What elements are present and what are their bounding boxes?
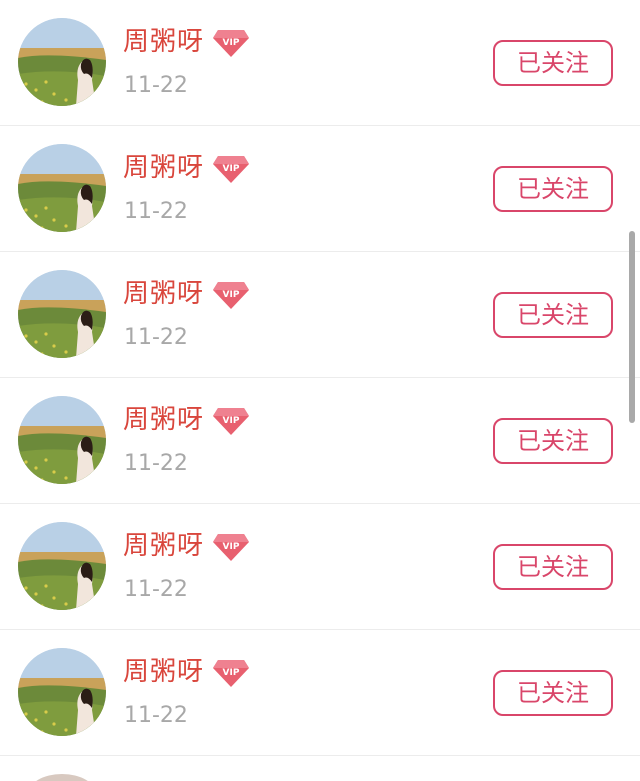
username[interactable]: 周粥呀 <box>123 152 204 184</box>
follow-date: 11-22 <box>124 199 188 224</box>
avatar[interactable] <box>18 522 106 610</box>
follow-date: 11-22 <box>124 73 188 98</box>
vip-badge-label: VIP <box>223 290 240 300</box>
vip-badge-label: VIP <box>223 416 240 426</box>
vip-badge-label: VIP <box>223 668 240 678</box>
following-button[interactable]: 已关注 <box>493 670 613 716</box>
following-button[interactable]: 已关注 <box>493 544 613 590</box>
avatar-landscape-girl-icon <box>18 648 106 736</box>
follow-date: 11-22 <box>124 325 188 350</box>
follow-list-item[interactable]: 周粥呀 VIP 11-22 已关注 <box>0 126 640 252</box>
username[interactable]: 周粥呀 <box>123 404 204 436</box>
vip-diamond-icon: VIP <box>212 532 250 562</box>
avatar[interactable] <box>18 144 106 232</box>
following-button[interactable]: 已关注 <box>493 166 613 212</box>
following-button[interactable]: 已关注 <box>493 292 613 338</box>
username[interactable]: 周粥呀 <box>123 278 204 310</box>
avatar-landscape-girl-icon <box>18 396 106 484</box>
vip-diamond-icon: VIP <box>212 28 250 58</box>
vip-diamond-icon: VIP <box>212 280 250 310</box>
vip-badge-label: VIP <box>223 38 240 48</box>
follow-date: 11-22 <box>124 451 188 476</box>
vip-badge-label: VIP <box>223 164 240 174</box>
username[interactable]: 周粥呀 <box>123 656 204 688</box>
avatar-landscape-girl-icon <box>18 18 106 106</box>
avatar[interactable] <box>18 18 106 106</box>
avatar[interactable] <box>18 396 106 484</box>
follow-list: 周粥呀 VIP 11-22 已关注 周粥呀 VIP 11-22 已关注 周粥呀 … <box>0 0 640 781</box>
follow-list-item[interactable]: 周粥呀 VIP 11-22 已关注 <box>0 630 640 756</box>
scrollbar-thumb[interactable] <box>629 231 635 423</box>
avatar-landscape-girl-icon <box>18 522 106 610</box>
follow-list-item[interactable]: 周粥呀 VIP 11-22 已关注 <box>0 252 640 378</box>
following-button[interactable]: 已关注 <box>493 418 613 464</box>
follow-date: 11-22 <box>124 577 188 602</box>
avatar-landscape-girl-icon <box>18 270 106 358</box>
follow-list-item[interactable]: 周粥呀 VIP 11-22 已关注 <box>0 0 640 126</box>
following-button[interactable]: 已关注 <box>493 40 613 86</box>
avatar[interactable] <box>18 648 106 736</box>
vip-diamond-icon: VIP <box>212 154 250 184</box>
vip-badge-label: VIP <box>223 542 240 552</box>
follow-list-item[interactable]: 周粥呀 VIP 11-22 已关注 <box>0 504 640 630</box>
follow-list-item[interactable]: 周粥呀 VIP 11-22 已关注 <box>0 378 640 504</box>
avatar[interactable] <box>28 774 96 781</box>
avatar[interactable] <box>18 270 106 358</box>
follow-date: 11-22 <box>124 703 188 728</box>
username[interactable]: 周粥呀 <box>123 26 204 58</box>
vip-diamond-icon: VIP <box>212 658 250 688</box>
vip-diamond-icon: VIP <box>212 406 250 436</box>
avatar-landscape-girl-icon <box>18 144 106 232</box>
username[interactable]: 周粥呀 <box>123 530 204 562</box>
follow-list-item-partial[interactable] <box>0 756 640 781</box>
